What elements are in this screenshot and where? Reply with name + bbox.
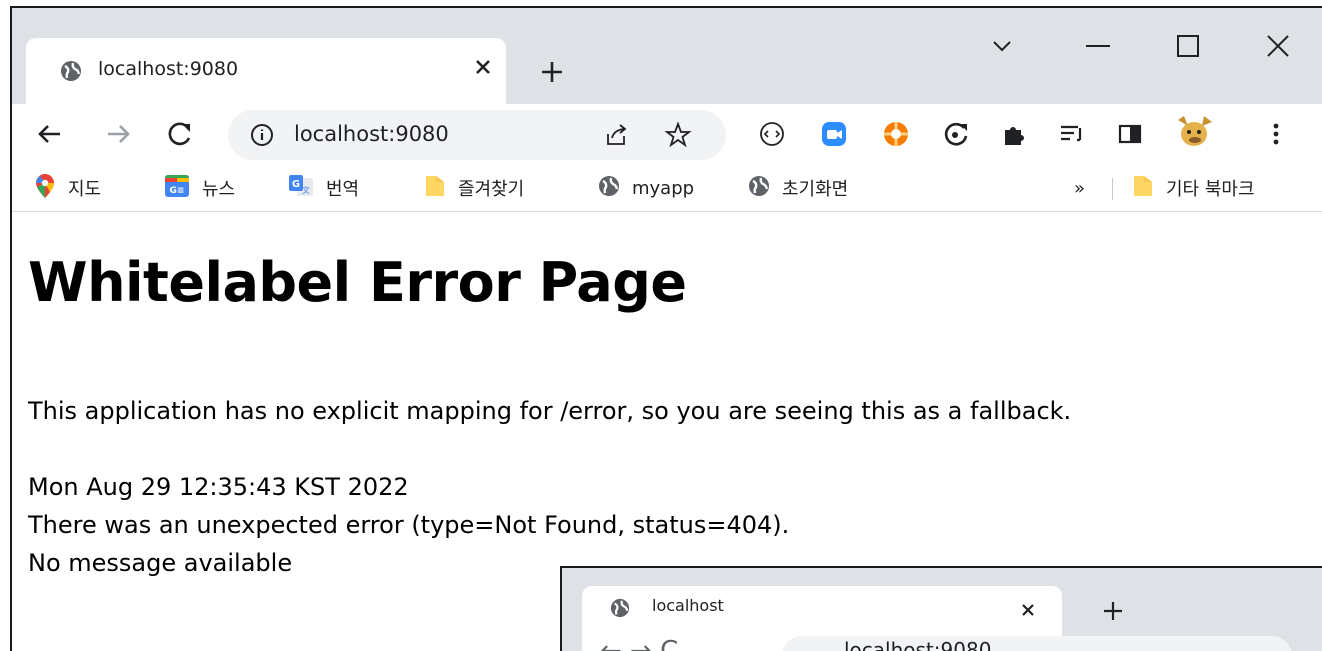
error-message: No message available	[28, 549, 293, 577]
globe-icon	[610, 598, 630, 622]
tab-close-icon[interactable]	[468, 52, 498, 82]
overlapping-browser-window: localhost ← → C localhost:9080	[560, 566, 1322, 651]
close-window-button[interactable]	[1248, 16, 1308, 76]
address-url[interactable]: localhost:9080	[294, 122, 449, 146]
browser-window: localhost:9080 localhost:9080 지도 G≡ 뉴스 G…	[10, 6, 1322, 651]
maps-pin-icon	[34, 173, 56, 203]
new-tab-button[interactable]	[532, 52, 572, 92]
bookmark-label: myapp	[632, 177, 695, 199]
menu-icon[interactable]	[1260, 118, 1292, 150]
sync-extension-icon[interactable]	[940, 118, 972, 150]
tab-title: localhost:9080	[98, 58, 239, 80]
toolbar: localhost:9080	[12, 104, 1322, 164]
mini-address-url[interactable]: localhost:9080	[844, 638, 991, 651]
extensions-puzzle-icon[interactable]	[998, 118, 1030, 150]
reload-icon[interactable]	[162, 116, 198, 152]
svg-text:G: G	[292, 179, 300, 190]
bookmark-maps[interactable]: 지도	[34, 174, 101, 202]
error-timestamp: Mon Aug 29 12:35:43 KST 2022	[28, 473, 409, 501]
title-bar: localhost:9080	[12, 8, 1322, 104]
bookmark-label: 즐겨찾기	[458, 179, 525, 200]
tab-localhost[interactable]: localhost:9080	[26, 38, 506, 104]
bookmarks-divider	[1112, 178, 1113, 200]
folder-icon	[424, 174, 446, 202]
profile-avatar[interactable]	[1174, 112, 1214, 152]
translate-icon: G 文	[288, 174, 314, 202]
bookmark-label: 기타 북마크	[1166, 179, 1255, 200]
bookmark-home[interactable]: 초기화면	[748, 174, 848, 202]
tab-search-icon[interactable]	[972, 16, 1032, 76]
bookmarks-overflow-button[interactable]: »	[1074, 174, 1085, 202]
bookmark-myapp[interactable]: myapp	[598, 174, 694, 202]
news-icon: G≡	[164, 174, 190, 202]
svg-text:G≡: G≡	[170, 186, 185, 196]
bookmarks-bar: 지도 G≡ 뉴스 G 文 번역 즐겨찾기 myapp 초기화면 » 기타 북마크	[12, 164, 1322, 212]
mini-tab-close-icon[interactable]	[1016, 598, 1040, 626]
bookmark-other[interactable]: 기타 북마크	[1132, 174, 1255, 202]
globe-icon	[60, 60, 82, 86]
globe-icon	[598, 175, 620, 201]
share-icon[interactable]	[604, 122, 630, 152]
mini-new-tab-button[interactable]	[1098, 596, 1128, 630]
overflow-chevron-icon: »	[1074, 177, 1086, 199]
bookmark-label: 지도	[68, 179, 102, 200]
error-description: This application has no explicit mapping…	[28, 397, 1072, 425]
error-detail: There was an unexpected error (type=Not …	[28, 511, 790, 539]
bookmark-folder-favorites[interactable]: 즐겨찾기	[424, 174, 524, 202]
bookmark-star-icon[interactable]	[664, 121, 692, 153]
globe-icon	[748, 175, 770, 201]
lifebuoy-extension-icon[interactable]	[880, 118, 912, 150]
address-bar[interactable]: localhost:9080	[228, 110, 726, 160]
zoom-extension-icon[interactable]	[818, 118, 850, 150]
bookmark-label: 번역	[326, 179, 360, 200]
back-icon[interactable]	[32, 116, 68, 152]
side-panel-icon[interactable]	[1114, 118, 1146, 150]
code-extension-icon[interactable]	[756, 118, 788, 150]
mini-tab-title: localhost	[652, 596, 724, 615]
maximize-button[interactable]	[1158, 16, 1218, 76]
bookmark-translate[interactable]: G 文 번역	[288, 174, 359, 202]
bookmark-news[interactable]: G≡ 뉴스	[164, 174, 235, 202]
forward-icon[interactable]	[100, 116, 136, 152]
folder-icon	[1132, 174, 1154, 202]
site-info-icon[interactable]	[250, 123, 274, 151]
page-title: Whitelabel Error Page	[28, 251, 687, 314]
bookmark-label: 뉴스	[202, 179, 236, 200]
bookmark-label: 초기화면	[782, 179, 849, 200]
mini-nav-buttons[interactable]: ← → C	[600, 636, 678, 651]
minimize-button[interactable]	[1068, 16, 1128, 76]
svg-text:文: 文	[302, 185, 310, 195]
reading-list-icon[interactable]	[1056, 118, 1088, 150]
